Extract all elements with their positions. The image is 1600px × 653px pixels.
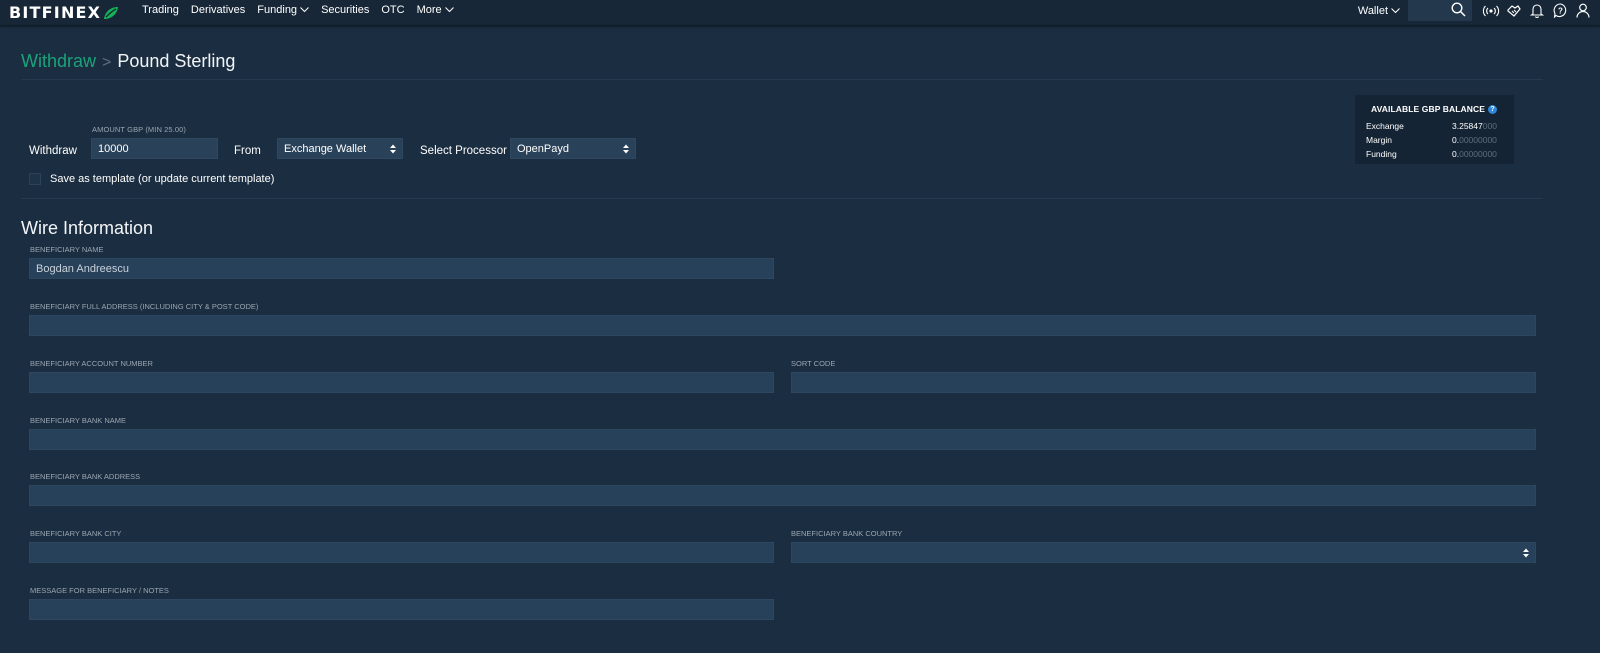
amount-value: 10000 [98,142,129,155]
page-title: Pound Sterling [117,51,236,71]
bank-country-label: BENEFICIARY BANK COUNTRY [791,529,903,538]
balance-value-faded: 000 [1482,121,1497,131]
svg-text:?: ? [1558,7,1563,16]
sort-code-label: SORT CODE [791,359,836,368]
balance-value: 0.00000000 [1452,135,1497,145]
processor-value: OpenPayd [517,142,569,155]
beneficiary-address-input[interactable] [29,315,1536,336]
balance-row-funding: Funding 0.00000000 [1366,149,1506,159]
nav-derivatives-label: Derivatives [190,4,246,16]
handshake-icon[interactable] [1505,2,1523,20]
wallet-menu[interactable]: Wallet [1358,5,1400,17]
wallet-label: Wallet [1357,4,1388,17]
sort-code-input[interactable] [791,372,1536,393]
balance-title-text: AVAILABLE GBP BALANCE [1371,104,1486,114]
account-number-input[interactable] [29,372,774,393]
balance-value: 3.25847000 [1452,121,1497,131]
message-input[interactable] [29,599,774,620]
account-number-label: BENEFICIARY ACCOUNT NUMBER [30,359,153,368]
processor-label: Select Processor [420,145,507,157]
nav-right: Wallet ? [1358,0,1600,21]
search-input[interactable] [1408,0,1472,21]
bank-address-input[interactable] [29,485,1536,506]
processor-select[interactable]: OpenPayd [510,138,636,159]
nav-derivatives[interactable]: Derivatives [191,4,245,16]
broadcast-icon[interactable] [1482,2,1500,20]
chevron-down-icon [1391,7,1400,13]
available-balance-panel: AVAILABLE GBP BALANCE ? Exchange 3.25847… [1355,95,1514,164]
breadcrumb-separator: > [102,54,112,71]
beneficiary-address-label: BENEFICIARY FULL ADDRESS (INCLUDING CITY… [30,302,259,311]
balance-label: Funding [1366,149,1397,159]
nav-funding[interactable]: Funding [257,4,309,16]
balance-title: AVAILABLE GBP BALANCE ? [1371,104,1498,114]
help-icon[interactable]: ? [1551,2,1569,20]
bell-icon[interactable] [1528,2,1546,20]
save-template-label[interactable]: Save as template (or update current temp… [50,173,274,185]
beneficiary-name-input[interactable]: Bogdan Andreescu [29,258,774,279]
top-navigation: BITFINEX Trading Derivatives Funding Sec… [0,0,1600,26]
divider [21,79,1543,80]
beneficiary-name-value: Bogdan Andreescu [36,262,129,275]
nav-otc[interactable]: OTC [381,4,404,16]
from-wallet-select[interactable]: Exchange Wallet [277,138,403,159]
user-icon[interactable] [1574,2,1592,20]
bank-city-input[interactable] [29,542,774,563]
balance-label: Margin [1366,135,1392,145]
bank-address-label: BENEFICIARY BANK ADDRESS [30,472,141,481]
message-label: MESSAGE FOR BENEFICIARY / NOTES [30,586,169,595]
bank-name-input[interactable] [29,429,1536,450]
balance-value-faded: 00000000 [1459,135,1497,145]
nav-more[interactable]: More [417,4,454,16]
select-arrows-icon [623,144,629,153]
nav-securities[interactable]: Securities [321,4,369,16]
nav-securities-label: Securities [321,4,370,16]
divider [21,198,1543,199]
breadcrumb: Withdraw > Pound Sterling [21,51,235,72]
balance-value-main: 3.25847 [1452,121,1483,131]
bitfinex-logo[interactable]: BITFINEX [9,3,119,22]
nav-trading[interactable]: Trading [142,4,179,16]
main-menu: Trading Derivatives Funding Securities O… [142,0,466,20]
amount-input[interactable]: 10000 [91,138,218,159]
wire-information-title: Wire Information [21,218,154,238]
withdraw-label: Withdraw [29,145,77,157]
from-label: From [234,145,261,157]
from-wallet-value: Exchange Wallet [284,142,367,155]
nav-funding-label: Funding [257,4,298,16]
balance-row-margin: Margin 0.00000000 [1366,135,1506,145]
balance-label: Exchange [1366,121,1404,131]
balance-value-faded: 00000000 [1459,149,1497,159]
leaf-logo-icon [104,6,119,19]
save-template-checkbox[interactable] [29,173,41,185]
bank-city-label: BENEFICIARY BANK CITY [30,529,122,538]
bank-country-select[interactable] [791,542,1536,563]
logo-text: BITFINEX [9,3,102,22]
breadcrumb-withdraw-link[interactable]: Withdraw [21,51,96,72]
balance-value: 0.00000000 [1452,149,1497,159]
balance-row-exchange: Exchange 3.25847000 [1366,121,1506,131]
beneficiary-name-label: BENEFICIARY NAME [30,245,104,254]
chevron-down-icon [300,7,309,13]
nav-otc-label: OTC [381,4,405,16]
select-arrows-icon [1523,548,1529,557]
nav-more-label: More [416,4,442,16]
amount-label: AMOUNT GBP (MIN 25.00) [92,125,187,134]
select-arrows-icon [390,144,396,153]
help-icon[interactable]: ? [1488,104,1498,114]
search-icon[interactable] [1451,2,1466,17]
bank-name-label: BENEFICIARY BANK NAME [30,416,126,425]
chevron-down-icon [444,7,454,13]
nav-trading-label: Trading [142,4,179,16]
